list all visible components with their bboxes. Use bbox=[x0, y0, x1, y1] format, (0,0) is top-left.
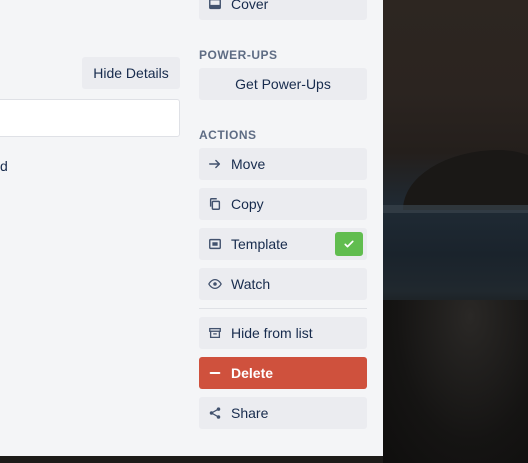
card-detail-modal: Cover Hide Details d POWER-UPS Get Power… bbox=[0, 0, 383, 456]
partial-activity-text: d bbox=[0, 158, 8, 174]
delete-button[interactable]: Delete bbox=[199, 357, 367, 389]
template-button[interactable]: Template bbox=[199, 228, 367, 260]
cover-label: Cover bbox=[231, 0, 269, 12]
hide-from-list-label: Hide from list bbox=[231, 325, 313, 341]
copy-label: Copy bbox=[231, 196, 264, 212]
background-hill bbox=[403, 150, 528, 210]
powerups-heading: POWER-UPS bbox=[199, 48, 278, 62]
move-label: Move bbox=[231, 156, 266, 172]
background-shore bbox=[383, 300, 528, 463]
actions-divider bbox=[199, 308, 367, 309]
share-icon bbox=[207, 405, 223, 421]
hide-from-list-button[interactable]: Hide from list bbox=[199, 317, 367, 349]
card-text-input[interactable] bbox=[0, 99, 180, 137]
share-button[interactable]: Share bbox=[199, 397, 367, 429]
board-background-photo bbox=[383, 0, 528, 463]
cover-button[interactable]: Cover bbox=[199, 0, 367, 20]
minus-icon bbox=[207, 365, 223, 381]
get-powerups-label: Get Power-Ups bbox=[235, 76, 331, 92]
watch-button[interactable]: Watch bbox=[199, 268, 367, 300]
hide-details-button[interactable]: Hide Details bbox=[82, 57, 180, 89]
background-water bbox=[383, 205, 528, 213]
move-button[interactable]: Move bbox=[199, 148, 367, 180]
share-label: Share bbox=[231, 405, 269, 421]
modal-bottom-edge bbox=[0, 456, 383, 463]
watch-label: Watch bbox=[231, 276, 271, 292]
template-label: Template bbox=[231, 236, 288, 252]
archive-icon bbox=[207, 325, 223, 341]
eye-icon bbox=[207, 276, 223, 292]
arrow-right-icon bbox=[207, 156, 223, 172]
get-powerups-button[interactable]: Get Power-Ups bbox=[199, 68, 367, 100]
checkmark-icon[interactable] bbox=[335, 232, 363, 256]
actions-heading: ACTIONS bbox=[199, 128, 257, 142]
copy-icon bbox=[207, 196, 223, 212]
cover-icon bbox=[207, 0, 223, 12]
delete-label: Delete bbox=[231, 365, 274, 381]
copy-button[interactable]: Copy bbox=[199, 188, 367, 220]
template-icon bbox=[207, 236, 223, 252]
hide-details-label: Hide Details bbox=[93, 65, 169, 81]
